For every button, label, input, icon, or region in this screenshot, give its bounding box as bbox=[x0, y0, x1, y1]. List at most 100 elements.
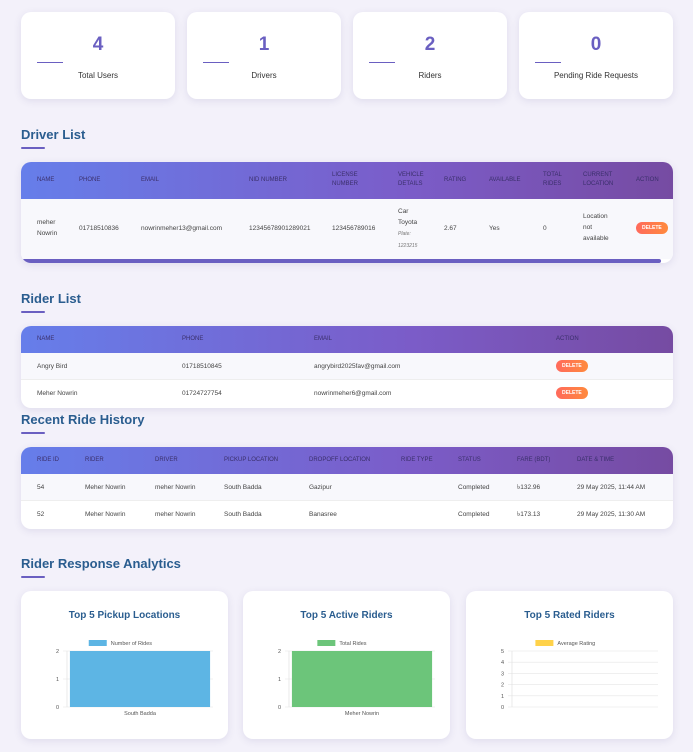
y-tick-label: 1 bbox=[501, 694, 504, 700]
stat-accent-line bbox=[203, 62, 229, 63]
legend-swatch bbox=[317, 640, 336, 646]
stat-label: Riders bbox=[418, 71, 442, 80]
table-row: 54 Meher Nowrin meher Nowrin South Badda… bbox=[21, 474, 673, 501]
section-underline bbox=[21, 432, 45, 434]
bar bbox=[69, 651, 211, 707]
y-tick-label: 1 bbox=[278, 677, 281, 683]
delete-rider-button[interactable]: DELETE bbox=[556, 387, 588, 399]
col-header-fare: FARE (BDT) bbox=[517, 457, 551, 463]
ride-fare: ৳132.96 bbox=[517, 484, 541, 491]
ride-date: 29 May 2025, 11:44 AM bbox=[577, 484, 646, 491]
ride-rider: Meher Nowrin bbox=[85, 484, 126, 491]
stat-accent-line bbox=[369, 62, 395, 63]
y-tick-label: 4 bbox=[501, 660, 504, 666]
driver-vehicle: Car Toyota Plate: 1223215 bbox=[398, 208, 418, 249]
ride-rider: Meher Nowrin bbox=[85, 511, 126, 518]
rider-phone: 01718510845 bbox=[182, 363, 222, 370]
legend-label: Total Rides bbox=[339, 641, 366, 647]
x-tick-label: South Badda bbox=[124, 711, 157, 717]
stat-accent-line bbox=[37, 62, 63, 63]
ride-history-table: RIDE ID RIDER DRIVER PICKUP LOCATION DRO… bbox=[21, 447, 673, 529]
rider-email: nowrinmeher6@gmail.com bbox=[314, 390, 392, 397]
y-tick-label: 1 bbox=[56, 677, 59, 683]
col-header-pickup: PICKUP LOCATION bbox=[224, 457, 279, 463]
stat-value: 4 bbox=[92, 34, 104, 55]
chart-card-pickup-locations: Top 5 Pickup Locations Number of Rides 0 1… bbox=[21, 591, 228, 739]
driver-email: nowrinmeher13@gmail.com bbox=[141, 225, 223, 232]
rider-email: angrybird2025fav@gmail.com bbox=[314, 363, 401, 370]
rated-riders-chart: Average Rating 0 1 2 3 4 5 bbox=[501, 640, 658, 711]
driver-location: Location not available bbox=[583, 213, 609, 242]
col-header-vehicle: VEHICLE DETAILS bbox=[398, 172, 424, 187]
section-underline bbox=[21, 311, 45, 313]
section-underline bbox=[21, 147, 45, 149]
stat-accent-line bbox=[535, 62, 561, 63]
col-header-ride-type: RIDE TYPE bbox=[401, 457, 433, 463]
col-header-rating: RATING bbox=[444, 177, 467, 183]
ride-history-title: Recent Ride History bbox=[21, 412, 145, 427]
delete-rider-button[interactable]: DELETE bbox=[556, 360, 588, 372]
y-tick-label: 2 bbox=[56, 649, 59, 655]
table-row: Angry Bird 01718510845 angrybird2025fav@… bbox=[21, 353, 673, 380]
x-tick-label: Meher Nowrin bbox=[345, 711, 379, 717]
col-header-name: NAME bbox=[37, 177, 55, 183]
driver-available: Yes bbox=[489, 225, 500, 232]
rider-phone: 01724727754 bbox=[182, 390, 222, 397]
y-tick-label: 0 bbox=[56, 705, 59, 711]
plate-label: Plate: bbox=[398, 231, 411, 237]
col-header-available: AVAILABLE bbox=[489, 177, 521, 183]
legend-swatch bbox=[535, 640, 554, 646]
col-header-total-rides: TOTAL RIDES bbox=[543, 172, 562, 187]
col-header-ride-id: RIDE ID bbox=[37, 457, 60, 463]
ride-fare: ৳173.13 bbox=[517, 511, 541, 518]
bar bbox=[291, 651, 433, 707]
active-riders-chart: Total Rides 0 1 2 Meher Nowrin bbox=[278, 640, 435, 717]
stat-label: Total Users bbox=[77, 71, 118, 80]
legend-swatch bbox=[88, 640, 107, 646]
stats-row: 4 Total Users 1 Drivers 2 Riders 0 Pendi… bbox=[21, 12, 673, 99]
driver-rating: 2.67 bbox=[444, 225, 457, 232]
rider-name: Angry Bird bbox=[37, 363, 68, 370]
rider-name: Meher Nowrin bbox=[37, 390, 78, 397]
col-header-rider: RIDER bbox=[85, 457, 104, 463]
col-header-license: LICENSE NUMBER bbox=[332, 172, 359, 187]
col-header-phone: PHONE bbox=[182, 336, 204, 342]
col-header-email: EMAIL bbox=[141, 177, 160, 183]
y-tick-label: 0 bbox=[278, 705, 281, 711]
table-header: NAME PHONE EMAIL ACTION bbox=[21, 326, 673, 353]
ride-driver: meher Nowrin bbox=[155, 484, 196, 491]
chart-title: Top 5 Pickup Locations bbox=[68, 610, 181, 621]
rider-table: NAME PHONE EMAIL ACTION Angry Bird 01718… bbox=[21, 326, 673, 408]
col-header-action: ACTION bbox=[556, 336, 579, 342]
plate-value: 1223215 bbox=[398, 243, 418, 249]
table-row: meher Nowrin 01718510836 nowrinmeher13@gm… bbox=[21, 199, 673, 259]
driver-list-title: Driver List bbox=[21, 127, 86, 142]
ride-dropoff: Banasree bbox=[309, 511, 337, 518]
driver-nid: 12345678901289021 bbox=[249, 225, 311, 232]
stat-value: 2 bbox=[424, 34, 436, 55]
col-header-name: NAME bbox=[37, 336, 55, 342]
legend-label: Number of Rides bbox=[111, 641, 153, 647]
driver-name: meher Nowrin bbox=[37, 219, 58, 237]
rider-list-title: Rider List bbox=[21, 291, 81, 306]
col-header-nid: NID NUMBER bbox=[249, 177, 288, 183]
ride-id: 52 bbox=[37, 511, 45, 518]
table-row: Meher Nowrin 01724727754 nowrinmeher6@gm… bbox=[21, 380, 673, 408]
section-underline bbox=[21, 576, 45, 578]
col-header-driver: DRIVER bbox=[155, 457, 178, 463]
col-header-location: CURRENT LOCATION bbox=[583, 172, 614, 187]
col-header-action: ACTION bbox=[636, 177, 659, 183]
delete-driver-button[interactable]: DELETE bbox=[636, 222, 668, 234]
pickup-locations-chart: Number of Rides 0 1 2 South Badda bbox=[56, 640, 213, 717]
driver-table: NAME PHONE EMAIL NID NUMBER LICENSE NUMBE… bbox=[21, 162, 673, 263]
y-tick-label: 2 bbox=[501, 683, 504, 689]
y-tick-label: 5 bbox=[501, 649, 504, 655]
stat-label: Drivers bbox=[251, 71, 277, 80]
horizontal-scrollbar[interactable] bbox=[21, 259, 661, 263]
ride-pickup: South Badda bbox=[224, 484, 262, 491]
ride-status: Completed bbox=[458, 484, 490, 491]
driver-phone: 01718510836 bbox=[79, 225, 119, 232]
ride-driver: meher Nowrin bbox=[155, 511, 196, 518]
y-tick-label: 3 bbox=[501, 671, 504, 677]
stat-label: Pending Ride Requests bbox=[553, 71, 639, 80]
